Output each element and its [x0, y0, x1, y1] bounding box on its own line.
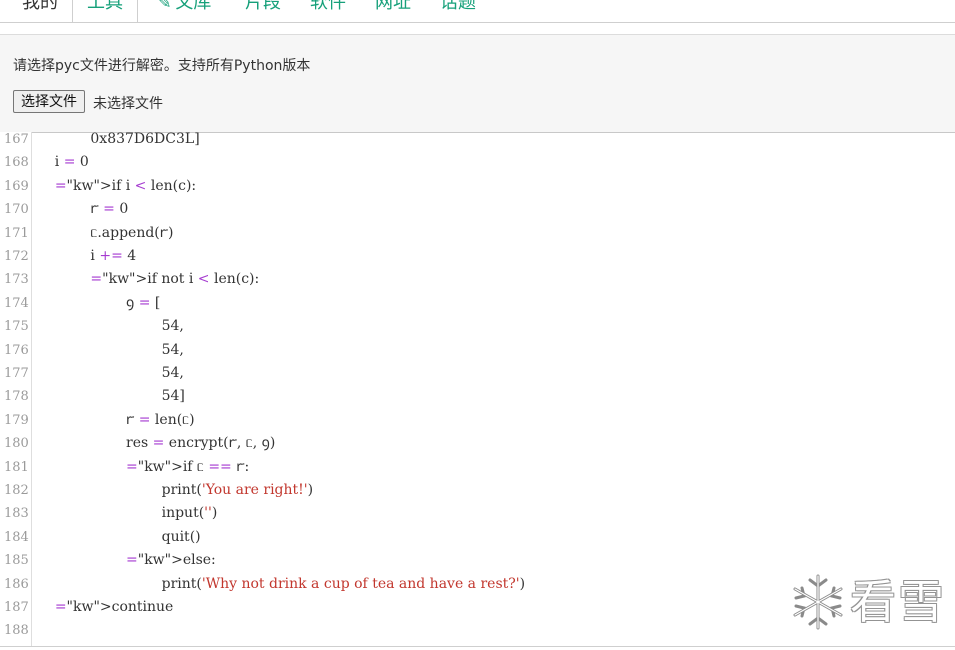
tab-mine[interactable]: 我的 — [22, 0, 58, 18]
code-line: 178 54] — [0, 385, 955, 408]
line-source: input('') — [37, 505, 218, 522]
line-source: ꝯ = [ — [37, 294, 161, 311]
line-number: 169 — [4, 178, 29, 194]
code-line: 170 ꭈ = 0 — [0, 198, 955, 221]
code-line: 182 print('You are right!') — [0, 479, 955, 502]
line-number: 182 — [4, 483, 29, 498]
code-line: 183 input('') — [0, 502, 955, 525]
tab-topics[interactable]: 话题 — [440, 0, 476, 18]
file-status: 未选择文件 — [93, 96, 163, 112]
line-number: 185 — [4, 553, 29, 569]
line-source: ᥴ.append(ꭈ) — [37, 224, 174, 241]
line-number: 174 — [4, 295, 29, 311]
code-line: 173 ="kw">if not i < len(c): — [0, 268, 955, 291]
line-source: ꭈ = len(ᥴ) — [37, 411, 195, 428]
line-source: 54, — [37, 365, 184, 381]
code-line: 185 ="kw">else: — [0, 549, 955, 572]
line-number: 167 — [4, 132, 29, 147]
line-source: ꭈ = 0 — [37, 201, 129, 218]
line-number: 173 — [4, 272, 29, 288]
tab-library-label: 文库 — [175, 0, 212, 13]
pen-icon: ✎ — [158, 0, 172, 12]
line-number: 179 — [4, 412, 29, 428]
code-line: 184 quit() — [0, 526, 955, 549]
line-number: 170 — [4, 202, 29, 218]
decrypt-panel: 请选择pyc文件进行解密。支持所有Python版本 选择文件 未选择文件 — [0, 34, 955, 133]
line-source: i = 0 — [37, 154, 89, 171]
code-line: 169 ="kw">if i < len(c): — [0, 175, 955, 198]
code-view[interactable]: 167 0x837D6DC3L] 168 i = 0 169 ="kw">if i … — [0, 132, 955, 646]
line-source: 54, — [37, 341, 184, 358]
line-source: i += 4 — [37, 248, 137, 264]
choose-file-button[interactable]: 选择文件 — [13, 90, 85, 113]
code-line: 181 ="kw">if ᥴ == ꭈ: — [0, 456, 955, 479]
snowflake-icon — [793, 574, 843, 630]
tab-websites[interactable]: 网址 — [375, 0, 411, 18]
line-source: ="kw">if i < len(c): — [54, 177, 197, 194]
line-source: res = encrypt(ꭈ, ᥴ, ꝯ) — [37, 435, 276, 452]
code-line: 175 54, — [0, 315, 955, 338]
line-source: ="kw">if not i < len(c): — [90, 271, 260, 288]
line-number: 181 — [4, 459, 29, 475]
tab-library[interactable]: ✎ 文库 — [158, 0, 211, 18]
line-source: print('Why not drink a cup of tea and ha… — [37, 575, 526, 592]
line-source: 54, — [37, 318, 184, 335]
panel-description: 请选择pyc文件进行解密。支持所有Python版本 — [13, 58, 311, 74]
line-source: 54] — [37, 388, 185, 405]
bottom-divider — [0, 646, 955, 647]
line-source: ="kw">else: — [126, 552, 216, 569]
line-number: 188 — [4, 623, 29, 639]
tab-tools[interactable]: 工具 — [72, 0, 138, 22]
line-number: 177 — [4, 366, 29, 381]
code-line: 177 54, — [0, 362, 955, 385]
code-line: 174 ꝯ = [ — [0, 292, 955, 315]
line-number: 187 — [4, 600, 29, 615]
line-number: 180 — [4, 436, 29, 452]
tab-snippets[interactable]: 片段 — [245, 0, 281, 18]
code-line: 167 0x837D6DC3L] — [0, 132, 955, 151]
code-line: 168 i = 0 — [0, 151, 955, 174]
code-line: 176 54, — [0, 339, 955, 362]
line-number: 184 — [4, 529, 29, 545]
line-source: ="kw">continue — [54, 599, 174, 615]
line-source: ="kw">if ᥴ == ꭈ: — [126, 458, 250, 475]
line-source: print('You are right!') — [37, 482, 314, 498]
line-number: 168 — [4, 155, 29, 171]
line-number: 171 — [4, 225, 29, 241]
watermark-text: 看雪 — [850, 575, 946, 629]
line-source: quit() — [37, 528, 201, 545]
tab-software[interactable]: 软件 — [310, 0, 346, 18]
code-line: 179 ꭈ = len(ᥴ) — [0, 409, 955, 432]
code-line: 171 ᥴ.append(ꭈ) — [0, 222, 955, 245]
line-number: 176 — [4, 342, 29, 358]
line-number: 175 — [4, 319, 29, 335]
kanxue-watermark: 看雪 — [790, 572, 950, 632]
line-source: 0x837D6DC3L] — [37, 132, 200, 147]
line-number: 172 — [4, 249, 29, 264]
line-number: 178 — [4, 389, 29, 405]
line-number: 183 — [4, 506, 29, 522]
code-line: 172 i += 4 — [0, 245, 955, 268]
code-line: 180 res = encrypt(ꭈ, ᥴ, ꝯ) — [0, 432, 955, 455]
top-nav: 我的 工具 ✎ 文库 片段 软件 网址 话题 — [0, 0, 955, 23]
line-number: 186 — [4, 576, 29, 592]
